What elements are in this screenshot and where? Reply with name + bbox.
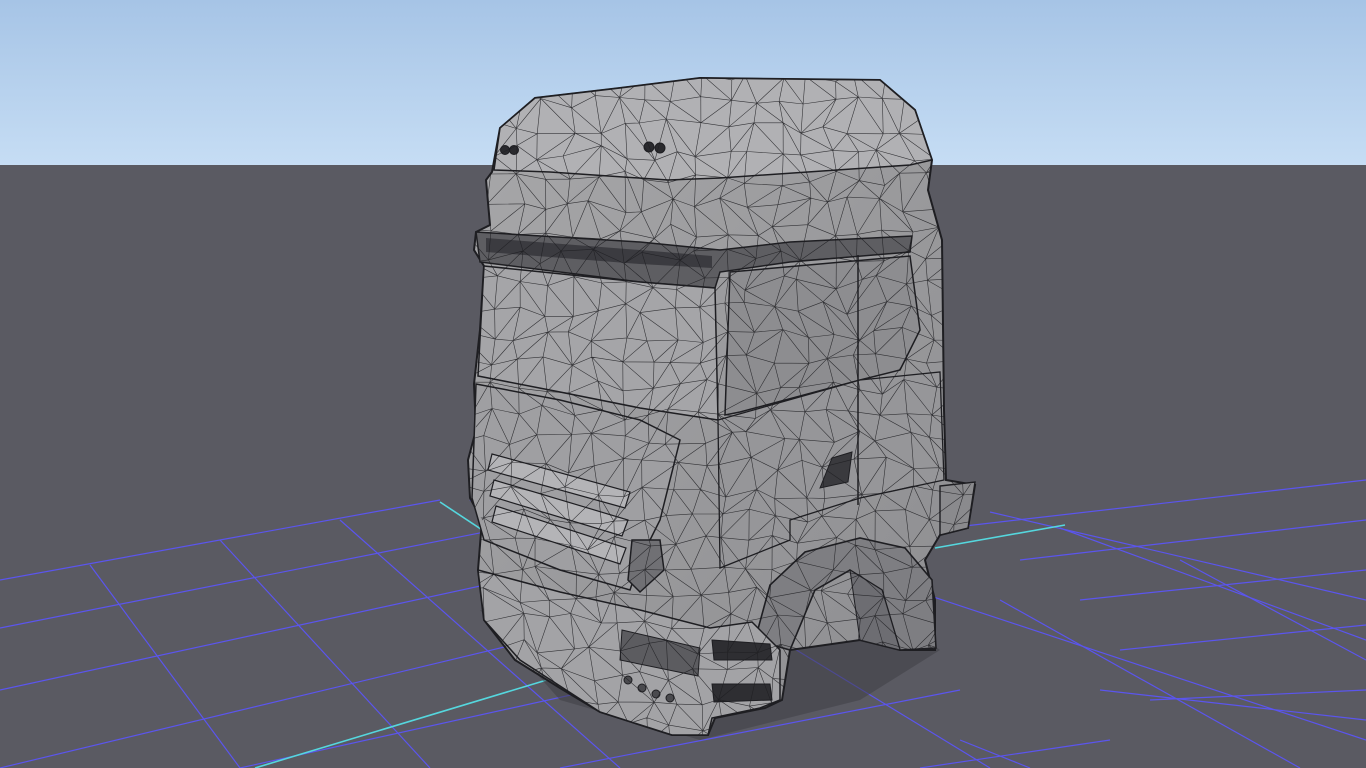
3d-viewport[interactable] xyxy=(0,0,1366,768)
viewport-canvas[interactable] xyxy=(0,0,1366,768)
